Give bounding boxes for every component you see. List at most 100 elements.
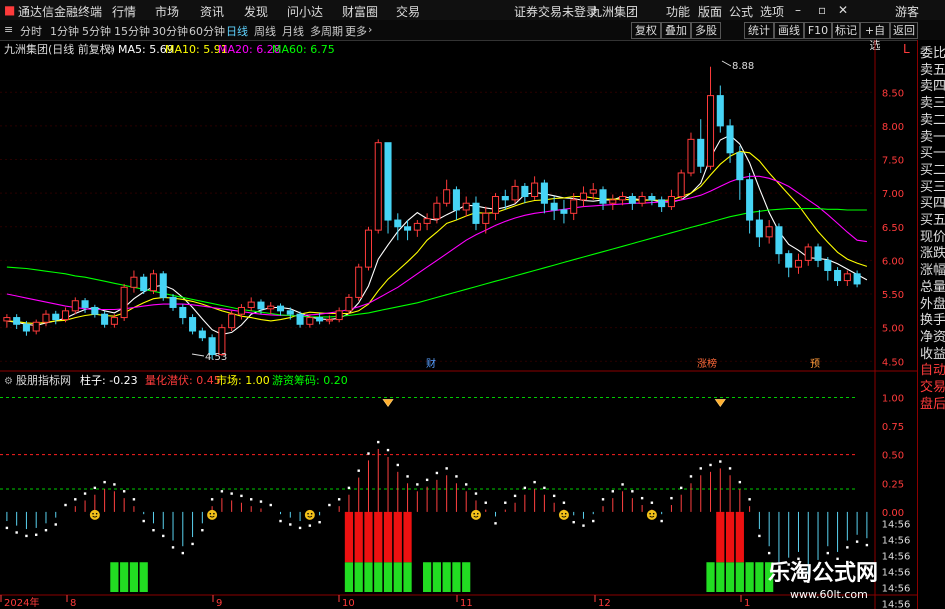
sidebar-item[interactable]: 盘后 xyxy=(920,393,945,412)
period-60min[interactable]: 60分钟 xyxy=(189,23,225,39)
menu-function[interactable]: 功能 xyxy=(666,3,690,20)
period-intraday[interactable]: 分时 xyxy=(20,23,42,39)
back-button[interactable]: 返回 xyxy=(890,22,918,39)
limit-up-marker[interactable]: 涨榜 xyxy=(697,357,717,370)
indicator-dot xyxy=(269,503,272,507)
statistics-button[interactable]: 统计 xyxy=(744,22,774,39)
indicator-dot xyxy=(318,520,321,524)
ma-settings-icon[interactable]: ⚙ xyxy=(105,45,114,56)
candle-body xyxy=(71,300,79,312)
green-block xyxy=(139,562,148,592)
adjust-button[interactable]: 复权 xyxy=(631,22,661,39)
indicator-dot xyxy=(670,496,673,500)
smiley-eye xyxy=(473,512,475,515)
draw-line-button[interactable]: 画线 xyxy=(774,22,804,39)
period-daily[interactable]: 日线 xyxy=(226,23,248,39)
indicator-dot xyxy=(738,480,742,484)
menu-formula[interactable]: 公式 xyxy=(729,3,753,20)
candle-body xyxy=(472,202,480,224)
x-tick-label: 9 xyxy=(216,598,222,609)
candle xyxy=(52,310,60,325)
menu-options[interactable]: 选项 xyxy=(760,3,784,20)
ma60-label: MA60: 6.75 xyxy=(272,43,335,56)
indicator-dot xyxy=(611,490,614,493)
candle-body xyxy=(667,196,675,208)
candle-body xyxy=(404,226,412,231)
indicator-dot xyxy=(758,534,761,538)
menu-trade[interactable]: 交易 xyxy=(396,3,420,20)
price-tick-label: 8.00 xyxy=(882,122,904,133)
trade-login-notice[interactable]: 证券交易未登录 xyxy=(514,3,598,20)
overlay-button[interactable]: 叠加 xyxy=(661,22,691,39)
green-block xyxy=(725,562,735,592)
candle-body xyxy=(677,172,685,198)
period-multi[interactable]: 多周期 xyxy=(310,23,343,39)
indicator-hot-money-label: 游资筹码: 0.20 xyxy=(272,373,348,387)
red-block xyxy=(374,511,383,563)
period-monthly[interactable]: 月线 xyxy=(282,23,304,39)
close-icon[interactable]: ✕ xyxy=(838,3,848,17)
candle xyxy=(775,223,783,264)
menu-layout[interactable]: 版面 xyxy=(698,3,722,20)
forecast-marker[interactable]: 预 xyxy=(810,358,820,370)
menu-quotes[interactable]: 行情 xyxy=(112,3,136,20)
kline-chart[interactable]: 8.50 8.00 7.50 7.00 6.50 6.00 5.50 5.00 4.50 1.0… xyxy=(0,40,917,609)
minimize-icon[interactable]: – xyxy=(795,3,801,17)
green-block xyxy=(423,562,432,592)
f10-button[interactable]: F10 xyxy=(804,22,832,39)
indicator-dot xyxy=(54,523,57,526)
candle xyxy=(3,314,11,328)
red-block xyxy=(393,511,402,563)
indicator-dot xyxy=(259,500,263,503)
candle xyxy=(667,189,675,210)
menu-market[interactable]: 市场 xyxy=(155,3,179,20)
x-tick-label: 1 xyxy=(744,598,750,609)
menu-news[interactable]: 资讯 xyxy=(200,3,224,20)
mark-button[interactable]: 标记 xyxy=(832,22,860,39)
candle-body xyxy=(140,276,148,292)
green-block xyxy=(354,562,363,592)
green-block xyxy=(120,562,129,592)
multi-stock-button[interactable]: 多股 xyxy=(691,22,721,39)
finance-marker[interactable]: 财 xyxy=(426,357,436,370)
more-chevron-icon[interactable]: › xyxy=(368,23,372,36)
restore-icon[interactable]: ▫ xyxy=(818,3,826,17)
candle xyxy=(560,199,568,224)
candle xyxy=(697,119,705,173)
green-block xyxy=(383,562,393,592)
candle xyxy=(824,257,832,281)
candle-body xyxy=(374,142,382,231)
period-15min[interactable]: 15分钟 xyxy=(114,23,150,39)
period-30min[interactable]: 30分钟 xyxy=(152,23,188,39)
add-watchlist-button[interactable]: +自选 xyxy=(860,22,890,52)
menu-discover[interactable]: 发现 xyxy=(244,3,268,20)
menu-wealth[interactable]: 财富圈 xyxy=(342,3,378,20)
period-1min[interactable]: 1分钟 xyxy=(50,23,79,39)
toolbar-menu-icon[interactable]: ≡ xyxy=(4,23,13,36)
green-block xyxy=(735,562,744,592)
period-more[interactable]: 更多 xyxy=(345,23,367,39)
candle xyxy=(726,119,734,163)
period-weekly[interactable]: 周线 xyxy=(254,23,276,39)
candle-body xyxy=(91,306,99,315)
indicator-dot xyxy=(601,498,605,501)
main-chart-title: 九洲集团(日线 前复权) xyxy=(4,42,115,56)
candle-body xyxy=(540,182,548,204)
menu-ask[interactable]: 问小达 xyxy=(287,3,323,20)
smiley-eye xyxy=(310,512,313,515)
price-tick-label: 8.50 xyxy=(882,88,904,99)
indicator-dot xyxy=(44,529,48,532)
smiley-eye xyxy=(95,512,98,515)
indicator-dot xyxy=(5,526,9,530)
candle xyxy=(794,253,803,274)
indicator-settings-icon[interactable]: ⚙ xyxy=(4,376,13,387)
period-5min[interactable]: 5分钟 xyxy=(82,23,111,39)
smiley-face xyxy=(304,509,315,520)
indicator-dot xyxy=(494,522,497,525)
red-block xyxy=(354,511,363,563)
x-tick-label: 2024年 xyxy=(4,596,39,609)
candle xyxy=(785,250,793,278)
user-guest[interactable]: 游客 xyxy=(895,3,919,20)
candle xyxy=(189,314,197,335)
candle xyxy=(511,179,519,204)
